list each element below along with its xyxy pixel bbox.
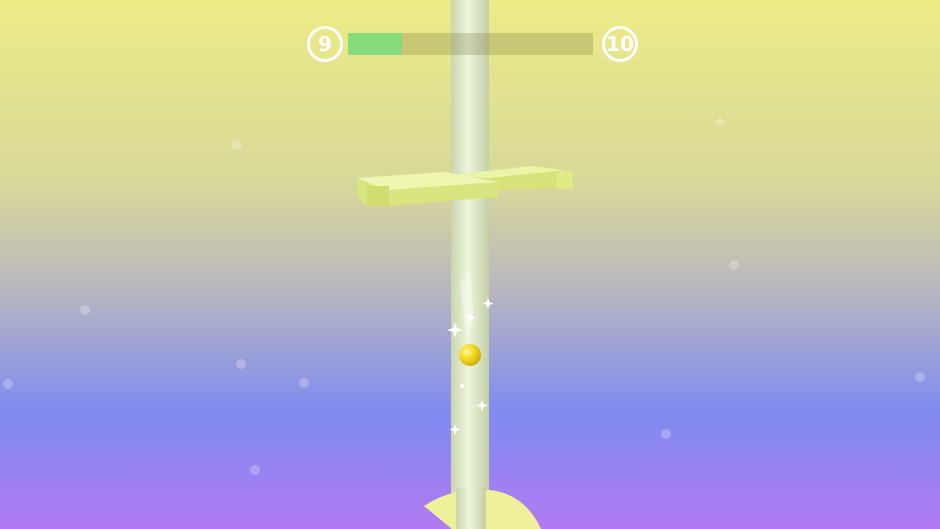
level-progress-fill bbox=[348, 33, 402, 55]
particle bbox=[661, 429, 671, 439]
particle bbox=[250, 465, 260, 475]
current-level-number: 9 bbox=[318, 32, 332, 56]
particle bbox=[232, 140, 242, 150]
particle bbox=[915, 372, 925, 382]
particle bbox=[3, 379, 13, 389]
next-level-badge: 10 bbox=[602, 26, 638, 62]
platform-cap-left bbox=[367, 186, 389, 206]
particle bbox=[236, 359, 246, 369]
game-scene[interactable] bbox=[0, 0, 940, 529]
tower bbox=[451, 0, 489, 529]
ball-icon bbox=[459, 344, 481, 366]
current-level-badge: 9 bbox=[307, 26, 343, 62]
platform-cap-right bbox=[557, 171, 573, 189]
next-level-number: 10 bbox=[606, 32, 634, 56]
tower-lower bbox=[456, 488, 486, 529]
level-progress-bar bbox=[348, 33, 593, 55]
particle bbox=[80, 305, 90, 315]
particle bbox=[299, 378, 309, 388]
particle bbox=[729, 260, 739, 270]
particle bbox=[716, 118, 724, 126]
